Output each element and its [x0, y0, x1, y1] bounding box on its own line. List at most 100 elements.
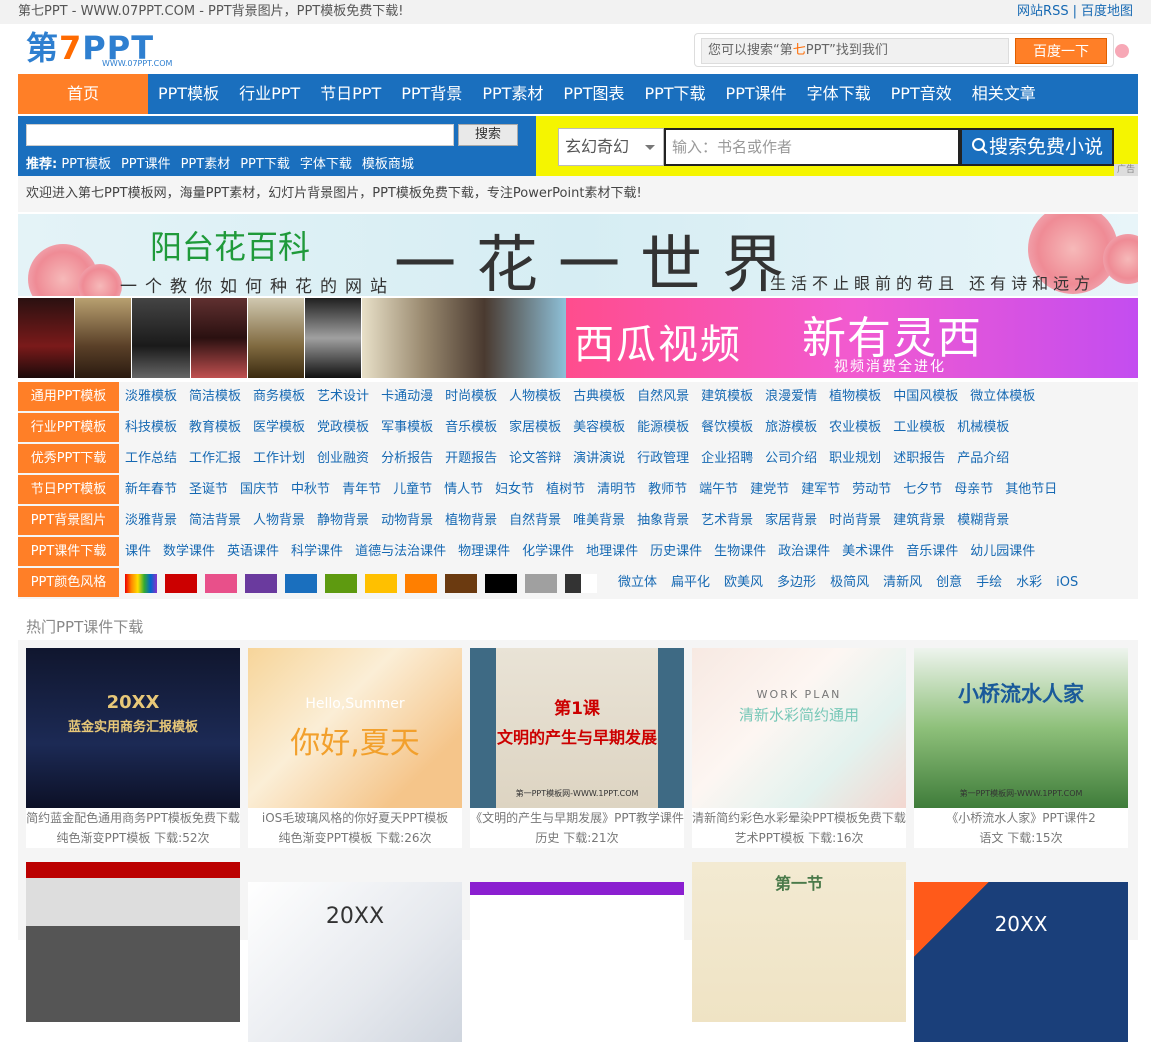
card-caption[interactable]: 《小桥流水人家》PPT课件2 — [914, 808, 1128, 828]
category-link[interactable]: 党政模板 — [317, 413, 369, 442]
color-swatch[interactable] — [565, 574, 597, 593]
category-link[interactable]: 医学模板 — [253, 413, 305, 442]
category-link[interactable]: 人物背景 — [253, 506, 305, 535]
card-caption[interactable]: 《文明的产生与早期发展》PPT教学课件 — [470, 808, 684, 828]
category-link[interactable]: 建筑模板 — [701, 382, 753, 411]
category-link[interactable]: 历史课件 — [650, 537, 702, 566]
category-label[interactable]: 行业PPT模板 — [18, 413, 119, 442]
color-swatch[interactable] — [125, 574, 157, 593]
category-link[interactable]: 能源模板 — [637, 413, 689, 442]
hot-card[interactable]: 20XX — [914, 882, 1128, 1042]
category-link[interactable]: 自然背景 — [509, 506, 561, 535]
category-link[interactable]: 家居模板 — [509, 413, 561, 442]
nav-item[interactable]: 节日PPT — [310, 74, 391, 114]
category-link[interactable]: 建筑背景 — [893, 506, 945, 535]
rss-link[interactable]: 网站RSS — [1017, 4, 1069, 19]
color-swatch[interactable] — [485, 574, 517, 593]
category-link[interactable]: 公司介绍 — [765, 444, 817, 473]
style-link[interactable]: 极简风 — [830, 568, 869, 597]
nav-item[interactable]: 相关文章 — [962, 74, 1046, 114]
category-link[interactable]: 劳动节 — [852, 475, 891, 504]
category-link[interactable]: 工作总结 — [125, 444, 177, 473]
category-link[interactable]: 地理课件 — [586, 537, 638, 566]
novel-search-button[interactable]: 搜索免费小说 — [960, 128, 1114, 166]
nav-item[interactable]: PPT模板 — [148, 74, 229, 114]
category-link[interactable]: 青年节 — [342, 475, 381, 504]
style-link[interactable]: 多边形 — [777, 568, 816, 597]
color-swatch[interactable] — [525, 574, 557, 593]
card-category[interactable]: 历史 — [535, 831, 559, 845]
card-thumbnail[interactable] — [470, 882, 684, 1042]
category-link[interactable]: 家居背景 — [765, 506, 817, 535]
recommend-link[interactable]: PPT下载 — [240, 157, 290, 172]
style-link[interactable]: 清新风 — [883, 568, 922, 597]
novel-search-input[interactable]: 输入：书名或作者 — [664, 128, 960, 166]
card-caption[interactable]: 简约蓝金配色通用商务PPT模板免费下载 — [26, 808, 240, 828]
color-swatch[interactable] — [405, 574, 437, 593]
hot-card[interactable]: 第一节 — [692, 862, 906, 1022]
category-link[interactable]: 产品介绍 — [957, 444, 1009, 473]
category-link[interactable]: 人物模板 — [509, 382, 561, 411]
category-link[interactable]: 科学课件 — [291, 537, 343, 566]
category-link[interactable]: 分析报告 — [381, 444, 433, 473]
card-category[interactable]: 艺术PPT模板 — [735, 831, 805, 845]
recommend-link[interactable]: PPT课件 — [121, 157, 171, 172]
card-thumbnail[interactable]: 第1课 文明的产生与早期发展 第一PPT模板网-WWW.1PPT.COM — [470, 648, 684, 808]
style-link[interactable]: 手绘 — [976, 568, 1002, 597]
nav-item[interactable]: 字体下载 — [797, 74, 881, 114]
card-thumbnail[interactable]: 20XX — [914, 882, 1128, 1042]
category-link[interactable]: 化学课件 — [522, 537, 574, 566]
hot-card[interactable]: 20XX — [248, 882, 462, 1042]
category-label[interactable]: PPT课件下载 — [18, 537, 119, 566]
site-search-button[interactable]: 搜索 — [458, 124, 518, 146]
baidu-search-input[interactable]: 您可以搜索“第七PPT”找到我们 — [701, 38, 1009, 64]
category-link[interactable]: 植树节 — [546, 475, 585, 504]
category-link[interactable]: 淡雅模板 — [125, 382, 177, 411]
nav-item[interactable]: PPT素材 — [472, 74, 553, 114]
card-thumbnail[interactable] — [26, 862, 240, 1022]
category-link[interactable]: 工作计划 — [253, 444, 305, 473]
category-link[interactable]: 音乐课件 — [906, 537, 958, 566]
style-link[interactable]: 欧美风 — [724, 568, 763, 597]
style-link[interactable]: 微立体 — [618, 568, 657, 597]
card-caption[interactable]: iOS毛玻璃风格的你好夏天PPT模板 — [248, 808, 462, 828]
card-thumbnail[interactable]: Hello,Summer 你好,夏天 — [248, 648, 462, 808]
site-logo[interactable]: 第7PPT WWW.07PPT.COM — [26, 30, 196, 70]
recommend-link[interactable]: PPT素材 — [181, 157, 231, 172]
category-link[interactable]: 国庆节 — [240, 475, 279, 504]
category-link[interactable]: 演讲演说 — [573, 444, 625, 473]
category-link[interactable]: 新年春节 — [125, 475, 177, 504]
category-link[interactable]: 企业招聘 — [701, 444, 753, 473]
color-swatch[interactable] — [325, 574, 357, 593]
hot-card[interactable] — [470, 882, 684, 1042]
category-label[interactable]: PPT颜色风格 — [18, 568, 119, 597]
category-link[interactable]: 植物模板 — [829, 382, 881, 411]
category-label[interactable]: 通用PPT模板 — [18, 382, 119, 411]
recommend-link[interactable]: 字体下载 — [300, 157, 352, 172]
category-link[interactable]: 建军节 — [801, 475, 840, 504]
category-link[interactable]: 课件 — [125, 537, 151, 566]
hot-card[interactable]: 小桥流水人家 第一PPT模板网-WWW.1PPT.COM 《小桥流水人家》PPT课件… — [914, 648, 1128, 848]
category-link[interactable]: 农业模板 — [829, 413, 881, 442]
card-thumbnail[interactable]: 小桥流水人家 第一PPT模板网-WWW.1PPT.COM — [914, 648, 1128, 808]
category-link[interactable]: 自然风景 — [637, 382, 689, 411]
category-link[interactable]: 动物背景 — [381, 506, 433, 535]
style-link[interactable]: 扁平化 — [671, 568, 710, 597]
category-link[interactable]: 音乐模板 — [445, 413, 497, 442]
category-link[interactable]: 古典模板 — [573, 382, 625, 411]
card-caption[interactable]: 清新简约彩色水彩晕染PPT模板免费下载 — [692, 808, 906, 828]
card-thumbnail[interactable]: 20XX 蓝金实用商务汇报模板 — [26, 648, 240, 808]
category-link[interactable]: 静物背景 — [317, 506, 369, 535]
category-link[interactable]: 幼儿园课件 — [970, 537, 1035, 566]
hot-card[interactable]: WORK PLAN 清新水彩简约通用 清新简约彩色水彩晕染PPT模板免费下载 艺术PP… — [692, 648, 906, 848]
category-link[interactable]: 生物课件 — [714, 537, 766, 566]
category-link[interactable]: 唯美背景 — [573, 506, 625, 535]
category-link[interactable]: 简洁背景 — [189, 506, 241, 535]
category-link[interactable]: 艺术设计 — [317, 382, 369, 411]
category-link[interactable]: 述职报告 — [893, 444, 945, 473]
category-link[interactable]: 开题报告 — [445, 444, 497, 473]
category-link[interactable]: 微立体模板 — [970, 382, 1035, 411]
nav-item[interactable]: PPT课件 — [716, 74, 797, 114]
category-link[interactable]: 浪漫爱情 — [765, 382, 817, 411]
style-link[interactable]: 创意 — [936, 568, 962, 597]
